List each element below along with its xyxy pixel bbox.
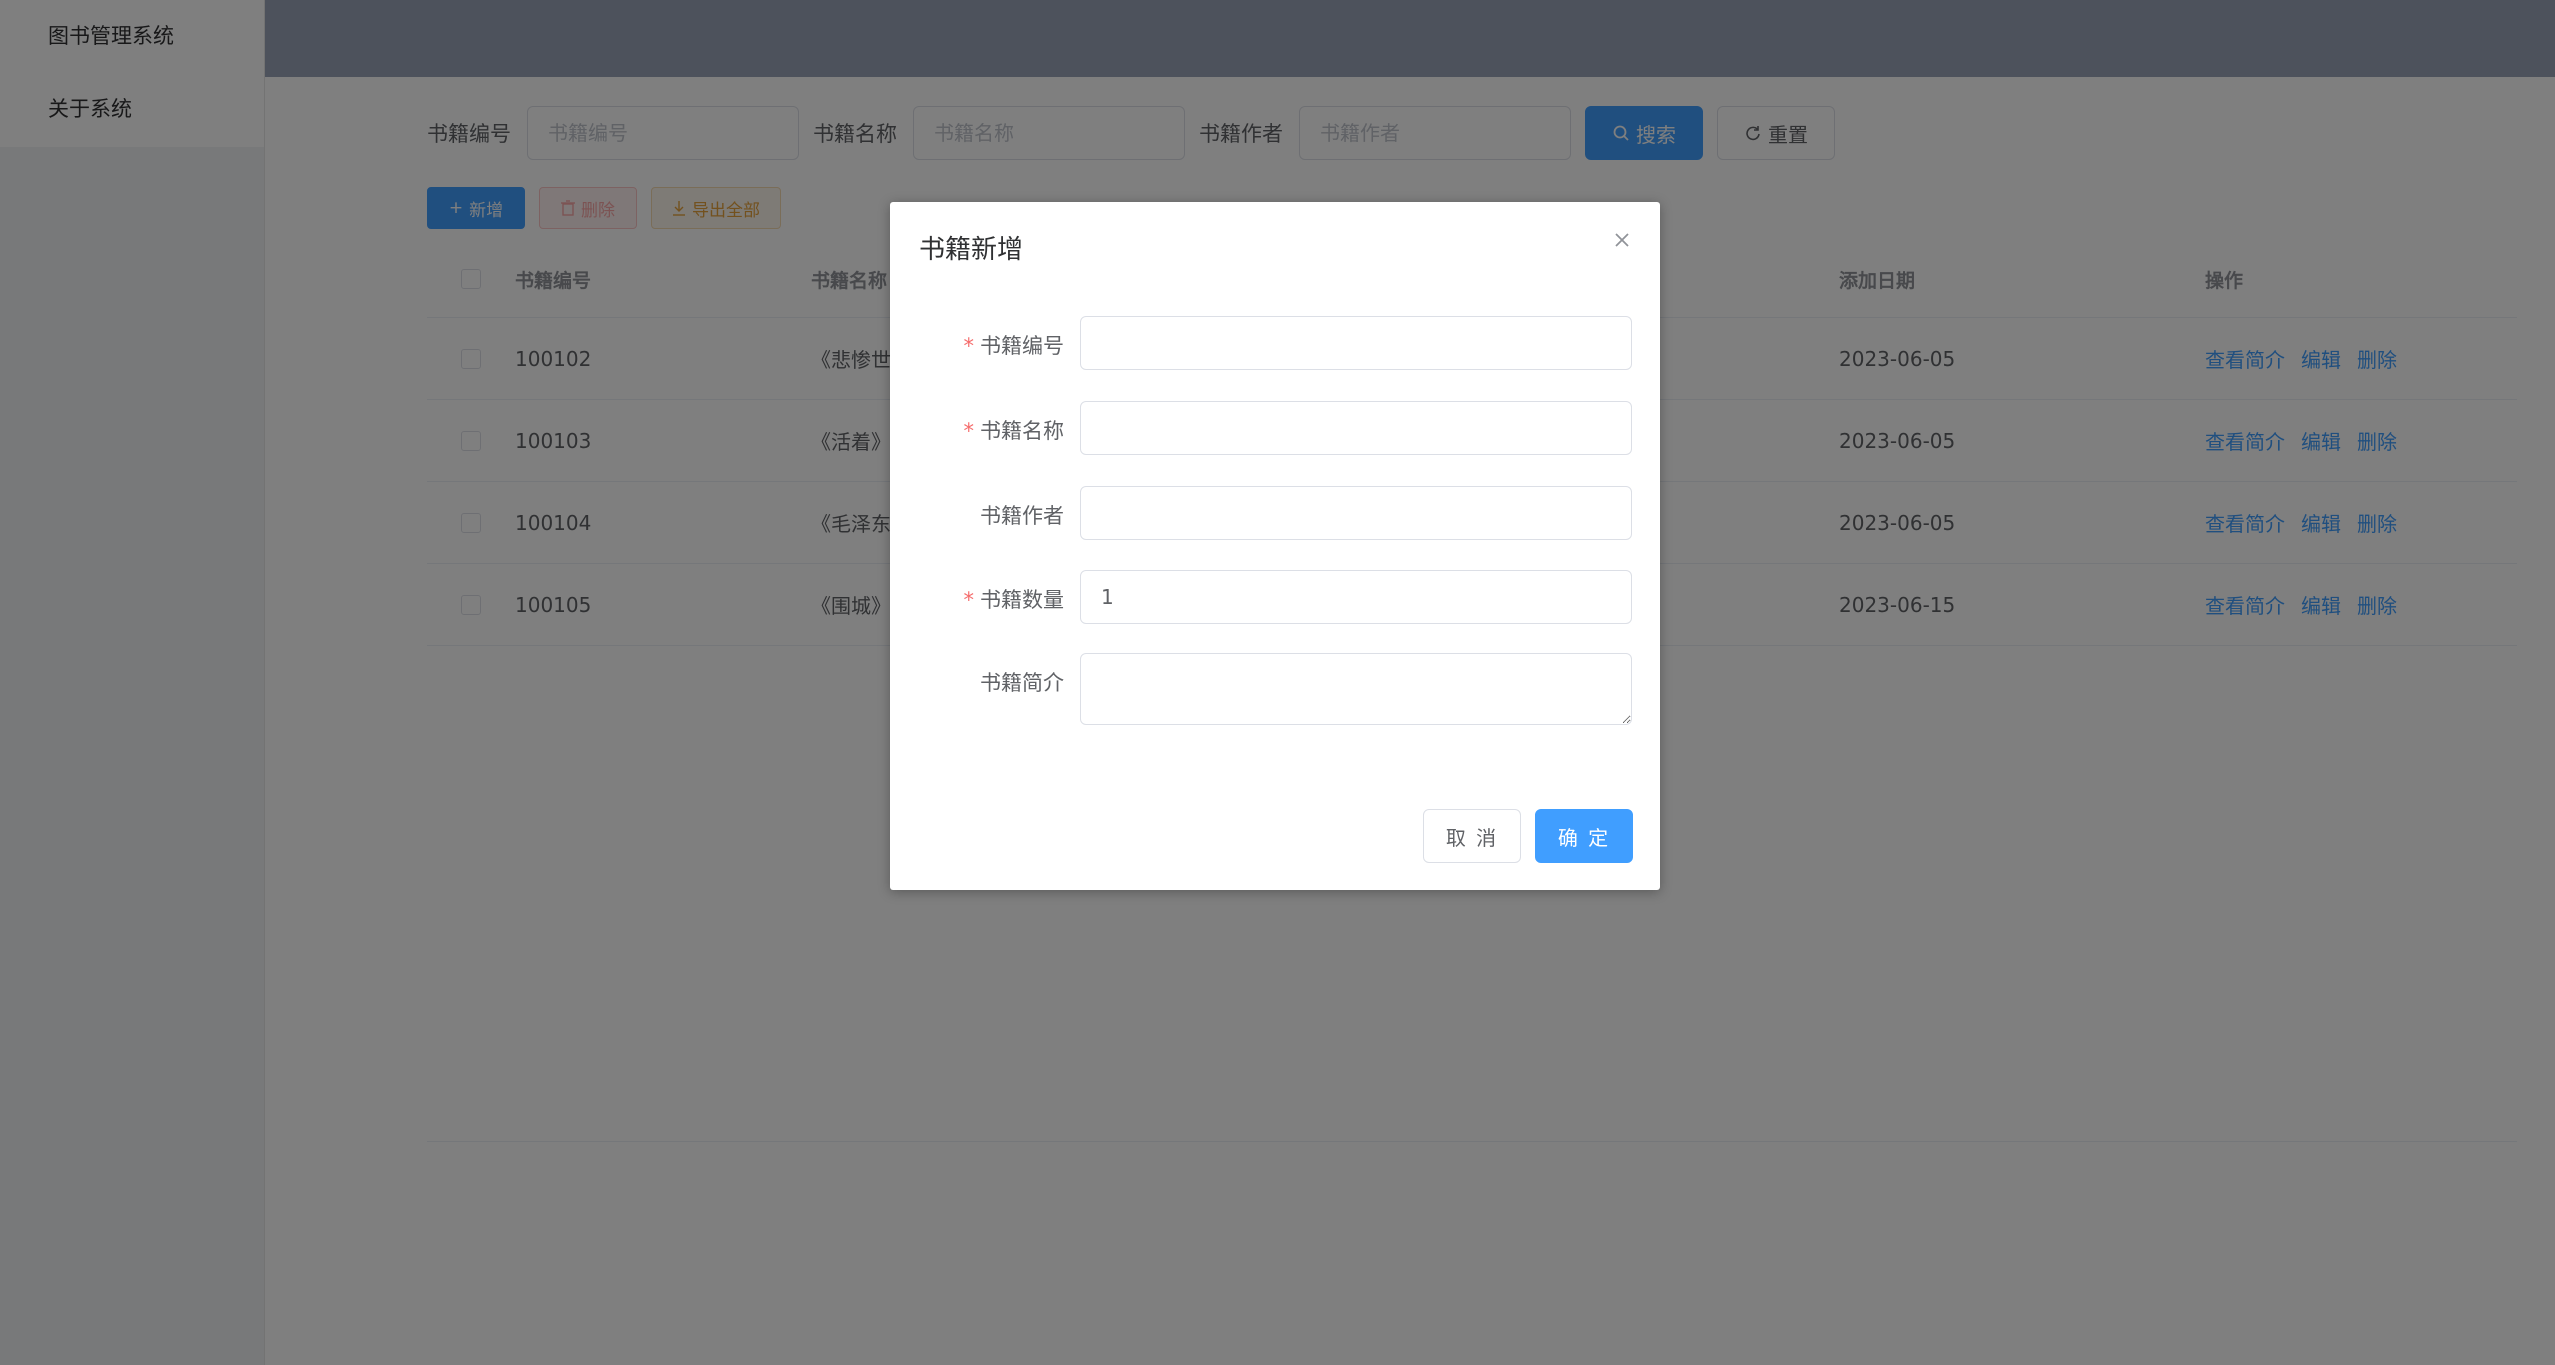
required-mark: * [963,588,975,612]
book-id-field[interactable] [1080,316,1632,370]
book-author-field[interactable] [1080,486,1632,540]
required-mark: * [963,334,975,358]
book-name-label: * 书籍名称 [963,419,1065,443]
dialog-footer: 取 消 确 定 [1423,809,1633,863]
book-author-label: 书籍作者 [980,504,1064,528]
add-book-dialog: 书籍新增 *书籍编号 *书籍名称 书籍作者 *书籍数量 书籍简介 取 消 确 定 [890,202,1660,890]
cancel-button[interactable]: 取 消 [1423,809,1521,863]
book-intro-textarea[interactable] [1080,653,1632,725]
book-id-label: * 书籍编号 [963,334,1065,358]
close-icon[interactable] [1610,228,1634,252]
book-count-label: * 书籍数量 [963,588,1065,612]
confirm-button[interactable]: 确 定 [1535,809,1633,863]
required-mark: * [963,419,975,443]
book-name-field[interactable] [1080,401,1632,455]
book-count-field[interactable] [1080,570,1632,624]
dialog-title: 书籍新增 [919,235,1024,265]
book-intro-label: 书籍简介 [980,671,1064,695]
